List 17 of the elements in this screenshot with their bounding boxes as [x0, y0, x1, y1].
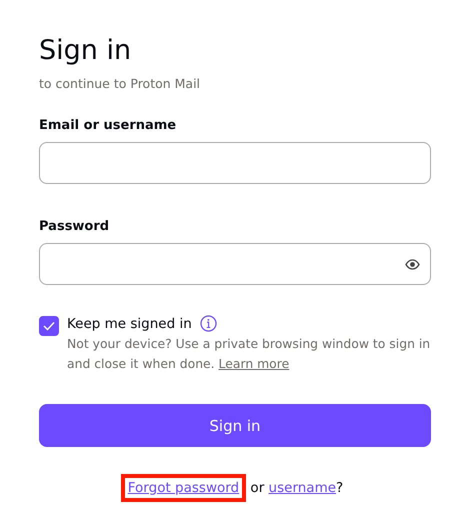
recovery-text: Forgot password or username? [39, 474, 431, 502]
learn-more-link[interactable]: Learn more [218, 356, 290, 371]
recovery-link[interactable]: username [268, 480, 336, 496]
field-label: Password [39, 218, 110, 236]
input-field[interactable] [39, 142, 431, 184]
field-label: Email or username [39, 117, 178, 135]
hint-text: Not your device? Use a private browsing window to sign in and close it when done. Learn more [67, 335, 431, 373]
password-field[interactable] [39, 243, 431, 285]
page-title: Sign in [39, 34, 132, 68]
subtitle-text: to continue to Proton Mail [39, 76, 202, 91]
eye-icon[interactable] [405, 258, 420, 270]
sign-in-button[interactable]: Sign in [39, 404, 431, 447]
checkmark-icon [43, 321, 55, 331]
info-icon[interactable] [200, 315, 217, 332]
checkbox[interactable] [39, 316, 59, 336]
checkbox-label: Keep me signed in [67, 316, 192, 332]
recovery-link[interactable]: Forgot password [128, 480, 240, 496]
